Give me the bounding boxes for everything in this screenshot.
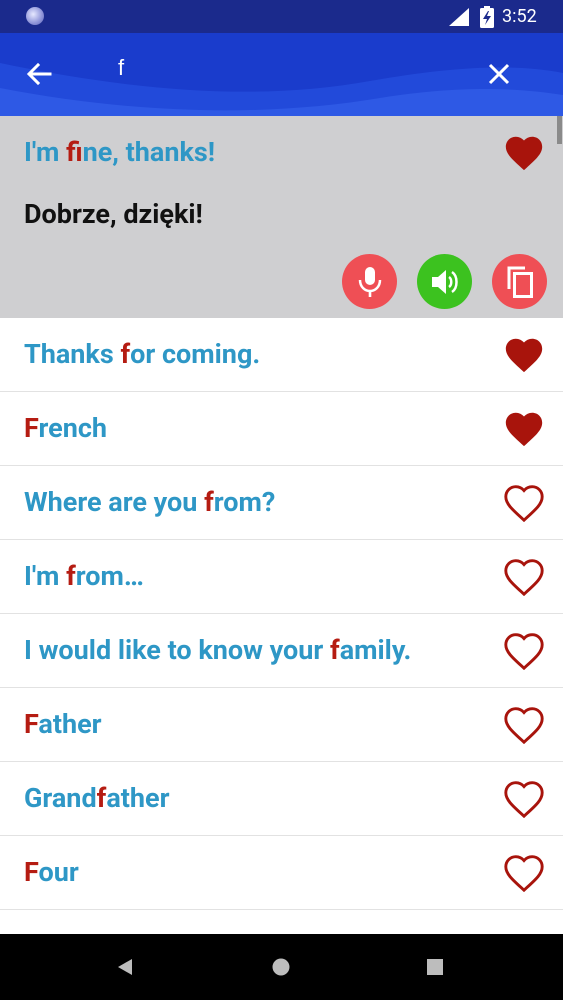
phrase-list: Thanks for coming. French Where are you fr…: [0, 318, 563, 910]
speaker-volume-icon: [431, 269, 458, 294]
back-arrow-icon[interactable]: [22, 57, 56, 91]
phrase-label: Thanks for coming.: [24, 338, 261, 370]
close-icon[interactable]: [482, 57, 516, 91]
phrase-label: Four: [24, 856, 79, 888]
scrollbar-thumb[interactable]: [557, 116, 562, 144]
phrase-label: Father: [24, 708, 102, 740]
list-item[interactable]: French: [0, 392, 563, 466]
nav-home-icon[interactable]: [272, 958, 290, 976]
list-item[interactable]: Father: [0, 688, 563, 762]
microphone-icon: [358, 266, 381, 297]
microphone-button[interactable]: [342, 254, 397, 309]
list-item[interactable]: I'm from…: [0, 540, 563, 614]
list-item[interactable]: Grandfather: [0, 762, 563, 836]
battery-charging-icon: [480, 6, 494, 28]
list-item[interactable]: Four: [0, 836, 563, 910]
search-header: f: [0, 33, 563, 116]
heart-outline-icon[interactable]: [502, 704, 546, 744]
search-input[interactable]: f: [118, 55, 124, 81]
heart-outline-icon[interactable]: [502, 630, 546, 670]
phrase-label: I would like to know your family.: [24, 634, 412, 666]
copy-icon: [507, 266, 533, 298]
phrase-label: Grandfather: [24, 782, 170, 814]
heart-outline-icon[interactable]: [502, 482, 546, 522]
phrase-label: I'm from…: [24, 560, 144, 592]
expanded-phrase-card[interactable]: I'm fine, thanks! Dobrze, dzięki!: [0, 116, 563, 318]
phrase-label: French: [24, 412, 108, 444]
notification-icon: [26, 7, 44, 25]
heart-outline-icon[interactable]: [502, 556, 546, 596]
system-navigation-bar: [0, 934, 563, 1000]
list-item[interactable]: I would like to know your family.: [0, 614, 563, 688]
copy-button[interactable]: [492, 254, 547, 309]
nav-recents-icon[interactable]: [427, 959, 443, 975]
nav-back-icon[interactable]: [116, 958, 134, 976]
heart-filled-icon[interactable]: [502, 334, 546, 374]
list-item[interactable]: Where are you from?: [0, 466, 563, 540]
heart-outline-icon[interactable]: [502, 852, 546, 892]
list-item[interactable]: Thanks for coming.: [0, 318, 563, 392]
translation-text: Dobrze, dzięki!: [24, 198, 203, 230]
heart-filled-icon[interactable]: [502, 132, 546, 172]
status-time: 3:52: [502, 6, 537, 27]
phrase-text: I'm fine, thanks!: [24, 136, 216, 168]
status-bar: 3:52: [0, 0, 563, 33]
speaker-button[interactable]: [417, 254, 472, 309]
signal-icon: [449, 8, 469, 26]
header-wave-decoration: [0, 63, 563, 116]
phrase-label: Where are you from?: [24, 486, 276, 518]
heart-outline-icon[interactable]: [502, 778, 546, 818]
heart-filled-icon[interactable]: [502, 408, 546, 448]
